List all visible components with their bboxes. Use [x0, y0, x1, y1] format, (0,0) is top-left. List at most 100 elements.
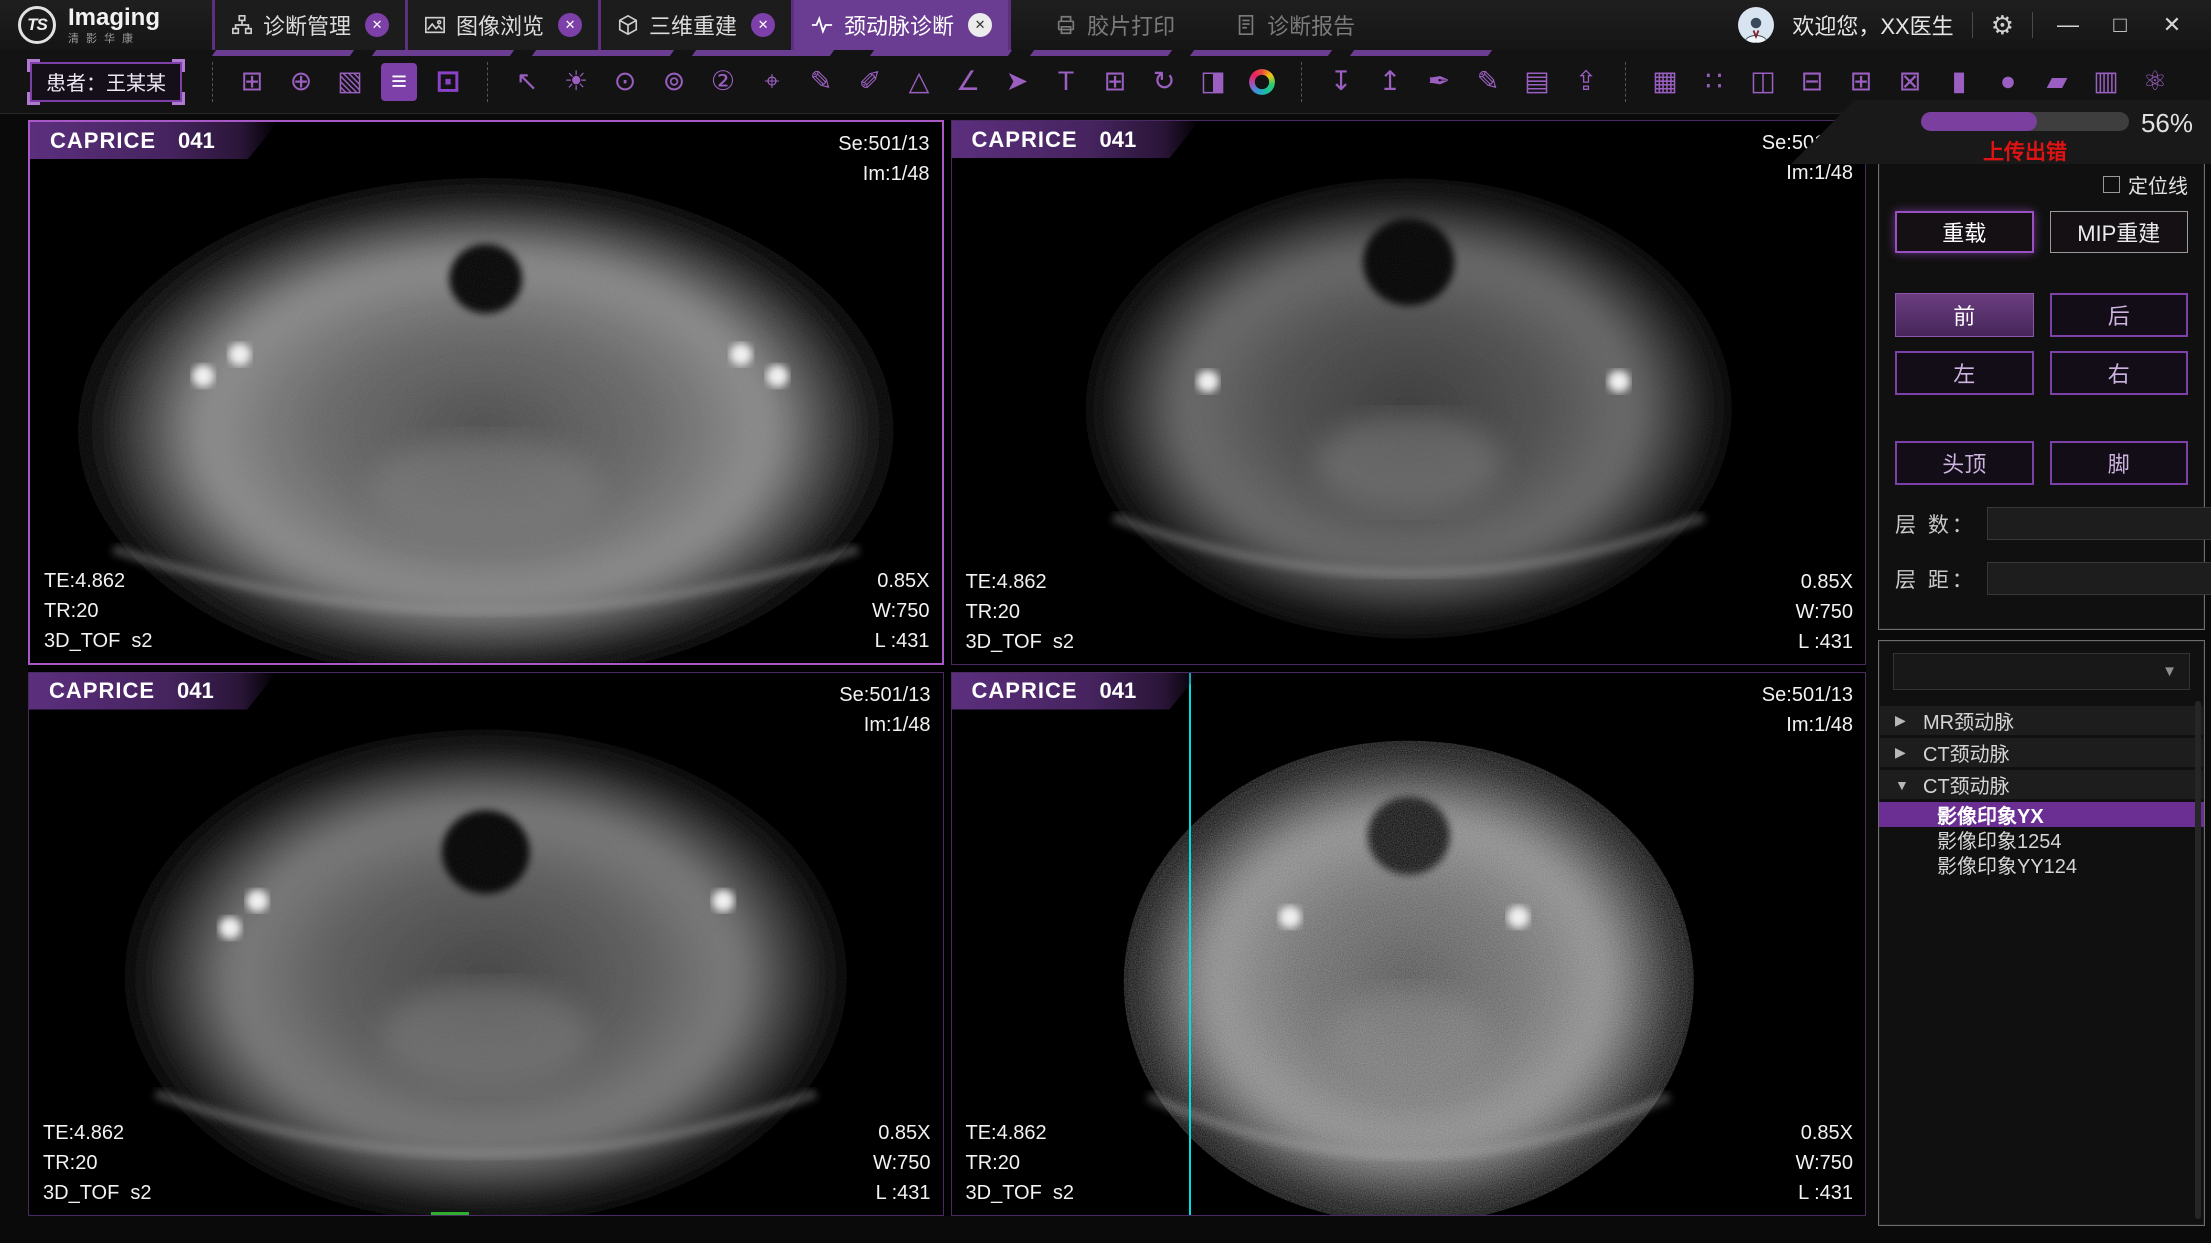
select-icon[interactable]: ➤: [999, 63, 1035, 101]
chevron-collapsed-icon[interactable]: ▶: [1895, 744, 1911, 761]
tab-三维重建[interactable]: 三维重建✕: [598, 0, 791, 50]
image-upload-icon[interactable]: ⇪: [1568, 63, 1604, 101]
tree-item-label: CT颈动脉: [1923, 738, 2010, 767]
acquisition-overlay: TE:4.862 TR:20 3D_TOF s2: [966, 1118, 1075, 1208]
upload-percent: 56%: [2141, 108, 2193, 139]
text-icon[interactable]: T: [1048, 63, 1084, 101]
pointer-icon[interactable]: ↖: [509, 63, 545, 101]
measure-line-icon[interactable]: ✎: [803, 63, 839, 101]
corner-mark: [172, 92, 185, 105]
separator: [1972, 12, 1973, 38]
tab-label: 诊断报告: [1267, 9, 1355, 41]
tab-close-icon[interactable]: ✕: [558, 13, 582, 37]
tab-close-icon[interactable]: ✕: [751, 13, 775, 37]
series-dropdown[interactable]: ▼: [1893, 653, 2190, 690]
open-study-icon[interactable]: ⊕: [283, 63, 319, 101]
export-icon[interactable]: ↧: [1323, 63, 1359, 101]
zoom-region-icon[interactable]: ⊚: [656, 63, 692, 101]
direction-button-左[interactable]: 左: [1895, 351, 2034, 395]
window-level-icon[interactable]: ☀: [558, 63, 594, 101]
tree-item-影像印象1254[interactable]: 影像印象1254: [1879, 827, 2204, 852]
direction-button-前[interactable]: 前: [1895, 293, 2034, 337]
volume-3d-icon[interactable]: ⊡: [430, 63, 466, 101]
direction-buttons: 前后左右头顶脚: [1895, 293, 2188, 485]
zoom-icon[interactable]: ⊙: [607, 63, 643, 101]
acquisition-overlay: TE:4.862 TR:20 3D_TOF s2: [43, 1118, 152, 1208]
pan-icon[interactable]: ⌖: [754, 63, 790, 101]
layers-icon[interactable]: ≡: [381, 63, 417, 101]
shape-rect-icon[interactable]: ▮: [1941, 63, 1977, 101]
toolbar-group-divider: [1625, 62, 1626, 102]
layout-2x2-icon[interactable]: ⊞: [1843, 63, 1879, 101]
tab-诊断管理[interactable]: 诊断管理 ✕: [212, 0, 405, 50]
viewport-header: CAPRICE 041: [29, 673, 277, 710]
tree-item-CT颈动脉[interactable]: ▼ CT颈动脉: [1879, 770, 2204, 799]
MIP重建-button[interactable]: MIP重建: [2050, 211, 2189, 253]
image-browse-icon[interactable]: ▧: [332, 63, 368, 101]
direction-button-头顶[interactable]: 头顶: [1895, 441, 2034, 485]
viewport-4[interactable]: CAPRICE 041 Se:501/13 Im:1/48 TE:4.862 T…: [951, 672, 1867, 1217]
tab-label: 图像浏览: [456, 9, 544, 41]
layout-close-icon[interactable]: ⊠: [1892, 63, 1928, 101]
toolbar-group-divider: [212, 62, 213, 102]
tab-label: 诊断管理: [263, 9, 351, 41]
tree-scrollbar[interactable]: [2195, 701, 2201, 1219]
close-button[interactable]: ✕: [2155, 12, 2189, 38]
user-avatar[interactable]: [1738, 7, 1774, 43]
viewport-2[interactable]: CAPRICE 041 Se:501/13 Im:1/48 TE:4.862 T…: [951, 120, 1867, 665]
upload-status-panel: 56% 上传出错: [1791, 100, 2211, 164]
filmstrip-icon[interactable]: ▥: [2088, 63, 2124, 101]
direction-button-脚[interactable]: 脚: [2050, 441, 2189, 485]
pen-icon[interactable]: ✒: [1421, 63, 1457, 101]
tree-item-label: CT颈动脉: [1923, 770, 2010, 799]
重载-button[interactable]: 重载: [1895, 211, 2034, 253]
new-study-icon[interactable]: ⊞: [234, 63, 270, 101]
brush-icon[interactable]: ✎: [1470, 63, 1506, 101]
direction-button-后[interactable]: 后: [2050, 293, 2189, 337]
tree-item-MR颈动脉[interactable]: ▶MR颈动脉: [1879, 706, 2204, 735]
printer-icon: [1055, 14, 1077, 36]
parameter-input[interactable]: [1987, 507, 2211, 540]
report-add-icon[interactable]: ▤: [1519, 63, 1555, 101]
layout-2col-icon[interactable]: ◫: [1745, 63, 1781, 101]
layout-quad-icon[interactable]: ∷: [1696, 63, 1732, 101]
angle-icon[interactable]: ∠: [950, 63, 986, 101]
layout-2row-icon[interactable]: ⊟: [1794, 63, 1830, 101]
viewport-3[interactable]: CAPRICE 041 Se:501/13 Im:1/48 TE:4.862 T…: [28, 672, 944, 1217]
invert-icon[interactable]: ◨: [1195, 63, 1231, 101]
ai-assist-icon[interactable]: ⚛: [2137, 63, 2173, 101]
annotate-box-icon[interactable]: ⊞: [1097, 63, 1133, 101]
chevron-expanded-icon[interactable]: ▼: [1895, 777, 1911, 793]
zoom-2x-icon[interactable]: ②: [705, 63, 741, 101]
tree-item-影像印象YY124[interactable]: 影像印象YY124: [1879, 852, 2204, 877]
tab-图像浏览[interactable]: 图像浏览 ✕: [405, 0, 598, 50]
patient-tag[interactable]: 患者：王某某: [30, 62, 182, 102]
roi-polygon-icon[interactable]: △: [901, 63, 937, 101]
parameter-label: 层 数：: [1895, 509, 1973, 539]
settings-gear-icon[interactable]: ⚙: [1991, 10, 2014, 41]
measure-ellipse-icon[interactable]: ✐: [852, 63, 888, 101]
series-text: Se:501/13: [1762, 680, 1853, 710]
minimize-button[interactable]: —: [2051, 12, 2085, 38]
shape-rect-close-icon[interactable]: ▰: [2039, 63, 2075, 101]
chevron-collapsed-icon[interactable]: ▶: [1895, 712, 1911, 729]
tree-item-影像印象YX[interactable]: 影像印象YX: [1879, 802, 2204, 827]
maximize-button[interactable]: □: [2103, 12, 2137, 38]
tab-颈动脉诊断[interactable]: 颈动脉诊断✕: [791, 0, 1011, 50]
tab-close-icon[interactable]: ✕: [365, 13, 389, 37]
tab-胶片打印[interactable]: 胶片打印: [1039, 0, 1191, 50]
tab-close-icon[interactable]: ✕: [968, 13, 992, 37]
pseudo-color-icon[interactable]: [1244, 63, 1280, 101]
import-icon[interactable]: ↥: [1372, 63, 1408, 101]
tab-诊断报告[interactable]: 诊断报告: [1219, 0, 1371, 50]
tree-item-CT颈动脉[interactable]: ▶ CT颈动脉: [1879, 738, 2204, 767]
parameter-label: 层 距：: [1895, 564, 1973, 594]
layout-grid-icon[interactable]: ▦: [1647, 63, 1683, 101]
rotate-icon[interactable]: ↻: [1146, 63, 1182, 101]
parameter-input[interactable]: [1987, 562, 2211, 595]
sitemap-icon: [231, 14, 253, 36]
direction-button-右[interactable]: 右: [2050, 351, 2189, 395]
localizer-checkbox[interactable]: [2103, 176, 2120, 193]
shape-ellipse-icon[interactable]: ●: [1990, 63, 2026, 101]
viewport-1[interactable]: CAPRICE 041 Se:501/13 Im:1/48 TE:4.862 T…: [28, 120, 944, 665]
